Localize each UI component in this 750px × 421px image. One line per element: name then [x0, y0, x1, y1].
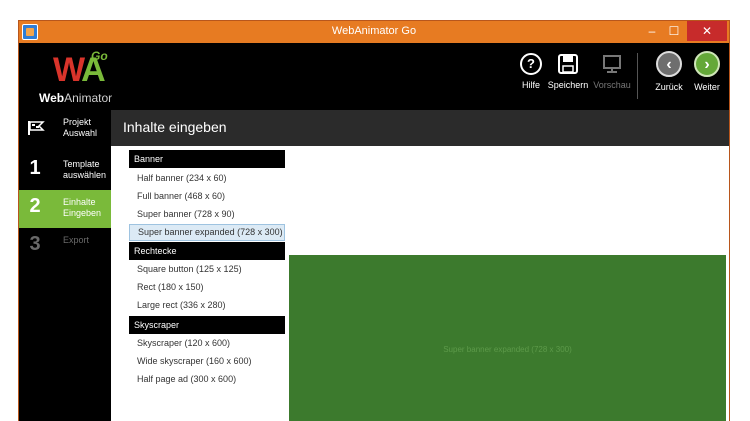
- save-label: Speichern: [547, 80, 589, 90]
- banner-preview[interactable]: Super banner expanded (728 x 300): [289, 255, 726, 421]
- header-toolbar: WA Go WebAnimator ? Hilfe Speichern Vors…: [19, 43, 729, 110]
- list-item[interactable]: Rect (180 x 150): [129, 279, 285, 296]
- logo-text: WebAnimator: [39, 91, 113, 105]
- monitor-icon: [601, 53, 623, 75]
- banner-preview-label: Super banner expanded (728 x 300): [443, 345, 572, 354]
- step-number: 2: [29, 195, 41, 217]
- list-item[interactable]: Large rect (336 x 280): [129, 297, 285, 314]
- toolbar-divider: [637, 53, 638, 99]
- help-icon: ?: [520, 53, 542, 75]
- list-item-selected[interactable]: Super banner expanded (728 x 300): [129, 224, 285, 241]
- title-bar[interactable]: WebAnimator Go – ☐ ✕: [19, 21, 729, 43]
- list-item[interactable]: Full banner (468 x 60): [129, 188, 285, 205]
- wizard-sidebar: Projekt Auswahl 1 Template auswählen 2 E…: [19, 110, 111, 421]
- next-arrow-icon: ›: [694, 51, 720, 77]
- preview-label: Vorschau: [593, 80, 631, 90]
- list-item[interactable]: Skyscraper (120 x 600): [129, 335, 285, 352]
- content-header: Inhalte eingeben: [111, 110, 729, 146]
- app-window: WebAnimator Go – ☐ ✕ WA Go WebAnimator ?…: [18, 20, 730, 421]
- step-export[interactable]: 3 Export: [19, 228, 111, 266]
- group-header-rechtecke: Rechtecke: [129, 242, 285, 260]
- group-header-banner: Banner: [129, 150, 285, 168]
- step-label: Projekt Auswahl: [63, 117, 98, 138]
- close-button[interactable]: ✕: [687, 21, 727, 41]
- logo-go: Go: [91, 49, 108, 63]
- next-label: Weiter: [694, 82, 720, 92]
- preview-area: Super banner expanded (728 x 300): [286, 146, 729, 421]
- step-content-active[interactable]: 2 Einhalte Eingeben: [19, 190, 111, 228]
- save-button[interactable]: Speichern: [546, 51, 590, 101]
- maximize-button[interactable]: ☐: [663, 21, 685, 41]
- back-arrow-icon: ‹: [656, 51, 682, 77]
- step-label: Export: [63, 235, 90, 245]
- window-title: WebAnimator Go: [331, 25, 417, 37]
- group-header-skyscraper: Skyscraper: [129, 316, 285, 334]
- step-label: Einhalte Eingeben: [63, 197, 102, 218]
- step-number: 1: [29, 157, 41, 179]
- step-number: 3: [29, 233, 41, 255]
- step-template[interactable]: 1 Template auswählen: [19, 152, 111, 190]
- list-item[interactable]: Half page ad (300 x 600): [129, 371, 285, 388]
- format-list: Banner Half banner (234 x 60) Full banne…: [129, 150, 285, 421]
- list-item[interactable]: Half banner (234 x 60): [129, 170, 285, 187]
- flag-icon: [28, 121, 45, 135]
- preview-button[interactable]: Vorschau: [590, 51, 634, 101]
- save-icon: [557, 53, 579, 75]
- minimize-button[interactable]: –: [641, 21, 663, 41]
- main-panel: Banner Half banner (234 x 60) Full banne…: [111, 146, 729, 421]
- webanimator-logo: WA Go WebAnimator: [37, 49, 117, 107]
- list-item[interactable]: Super banner (728 x 90): [129, 206, 285, 223]
- step-label: Template auswählen: [63, 159, 107, 180]
- list-item[interactable]: Square button (125 x 125): [129, 261, 285, 278]
- next-button[interactable]: › Weiter: [685, 51, 729, 101]
- page-title: Inhalte eingeben: [123, 119, 227, 135]
- list-item[interactable]: Wide skyscraper (160 x 600): [129, 353, 285, 370]
- step-project-selection[interactable]: Projekt Auswahl: [19, 110, 111, 150]
